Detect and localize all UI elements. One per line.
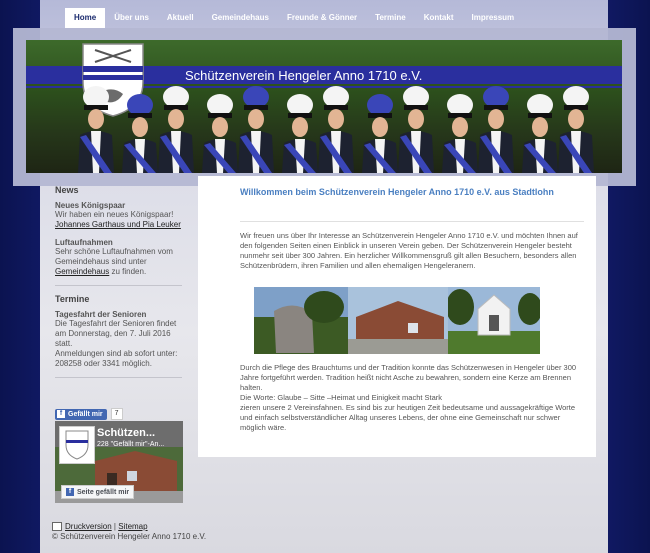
facebook-like-widget: f Gefällt mir 7 <box>55 408 123 420</box>
sidebar: News Neues Königspaar Wir haben ein neue… <box>55 185 185 386</box>
marksman-figure <box>122 94 158 173</box>
facebook-like-button[interactable]: f Gefällt mir <box>55 408 107 420</box>
event-title: Tagesfahrt der Senioren <box>55 310 147 319</box>
intro-paragraph: Wir freuen uns über Ihr Interesse an Sch… <box>240 231 578 270</box>
nav-item-termine[interactable]: Termine <box>366 8 415 28</box>
news-item-text: Wir haben ein neues Königspaar! Johannes… <box>55 210 185 230</box>
marksman-figure <box>282 94 318 173</box>
facebook-page-name[interactable]: Schützen... <box>97 427 155 439</box>
news-item-title: Neues Königspaar <box>55 201 126 210</box>
marksman-figure <box>558 86 594 173</box>
news-item-text: Sehr schöne Luftaufnahmen vom Gemeindeha… <box>55 247 185 277</box>
photo-strip <box>254 287 540 354</box>
marksman-figure <box>238 86 274 173</box>
facebook-icon: f <box>57 410 65 418</box>
tradition-text: Durch die Pflege des Brauchtums und der … <box>240 363 577 392</box>
event-description: Die Tagesfahrt der Senioren findet am Do… <box>55 319 177 348</box>
nav-item-ueber-uns[interactable]: Über uns <box>105 8 158 28</box>
print-icon <box>52 522 62 532</box>
news-item-title: Luftaufnahmen <box>55 238 113 247</box>
nav-item-freunde-goenner[interactable]: Freunde & Gönner <box>278 8 366 28</box>
marksman-figure <box>78 86 114 173</box>
nav-item-home[interactable]: Home <box>65 8 106 28</box>
facebook-like-count: 7 <box>110 408 123 420</box>
page-avatar[interactable] <box>59 426 95 464</box>
page-title: Willkommen beim Schützenverein Hengeler … <box>240 187 554 197</box>
page-like-button[interactable]: f Seite gefällt mir <box>61 485 135 499</box>
main-content: Willkommen beim Schützenverein Hengeler … <box>198 176 596 457</box>
marksman-figure <box>522 94 558 173</box>
sitemap-link[interactable]: Sitemap <box>118 522 147 531</box>
marksman-figure <box>362 94 398 173</box>
memorial-stone-photo <box>254 287 348 354</box>
termine-heading: Termine <box>55 294 90 304</box>
page-like-label: Seite gefällt mir <box>77 488 130 496</box>
marksman-figure <box>202 94 238 173</box>
facebook-like-label: Gefällt mir <box>68 410 103 418</box>
news-item-link[interactable]: Johannes Garthaus und Pia Leuker <box>55 220 181 229</box>
print-version-link[interactable]: Druckversion <box>65 522 112 531</box>
marksman-figure <box>158 86 194 173</box>
facebook-page-likes: 228 "Gefällt mir"-An... <box>97 441 165 448</box>
facebook-page-plugin[interactable]: Schützen... 228 "Gefällt mir"-An... f Se… <box>55 421 183 503</box>
news-heading: News <box>55 185 79 195</box>
tradition-paragraph: Durch die Pflege des Brauchtums und der … <box>240 363 586 433</box>
event-registration: Anmeldungen sind ab sofort unter: 208258… <box>55 349 178 368</box>
news-item-body: Wir haben ein neues Königspaar! <box>55 210 174 219</box>
marksman-figure <box>398 86 434 173</box>
marksmen-group-photo <box>78 86 594 173</box>
copyright: © Schützenverein Hengeler Anno 1710 e.V. <box>52 532 207 541</box>
footer-separator: | <box>113 522 116 531</box>
flags-text: zieren unsere 2 Vereinsfahnen. Es sind b… <box>240 403 576 432</box>
news-item-suffix: zu finden. <box>109 267 147 276</box>
marksman-figure <box>478 86 514 173</box>
footer: Druckversion | Sitemap © Schützenverein … <box>52 522 206 542</box>
divider <box>240 221 584 222</box>
divider <box>55 285 182 286</box>
nav-item-kontakt[interactable]: Kontakt <box>415 8 463 28</box>
motto-text: Die Worte: Glaube – Sitte –Heimat und Ei… <box>240 393 443 402</box>
event-text: Die Tagesfahrt der Senioren findet am Do… <box>55 319 185 369</box>
main-navigation: Home Über uns Aktuell Gemeindehaus Freun… <box>65 8 523 28</box>
news-item-body: Sehr schöne Luftaufnahmen vom Gemeindeha… <box>55 247 173 266</box>
marksman-figure <box>318 86 354 173</box>
nav-item-aktuell[interactable]: Aktuell <box>158 8 203 28</box>
clubhouse-photo <box>348 287 448 354</box>
divider <box>55 377 182 378</box>
nav-item-impressum[interactable]: Impressum <box>462 8 523 28</box>
chapel-photo <box>448 287 540 354</box>
gemeindehaus-link[interactable]: Gemeindehaus <box>55 267 109 276</box>
header-banner: Schützenverein Hengeler Anno 1710 e.V. <box>26 40 622 173</box>
marksman-figure <box>442 94 478 173</box>
site-title: Schützenverein Hengeler Anno 1710 e.V. <box>185 68 423 83</box>
facebook-icon: f <box>66 488 74 496</box>
club-crest-icon <box>65 430 89 460</box>
nav-item-gemeindehaus[interactable]: Gemeindehaus <box>203 8 278 28</box>
